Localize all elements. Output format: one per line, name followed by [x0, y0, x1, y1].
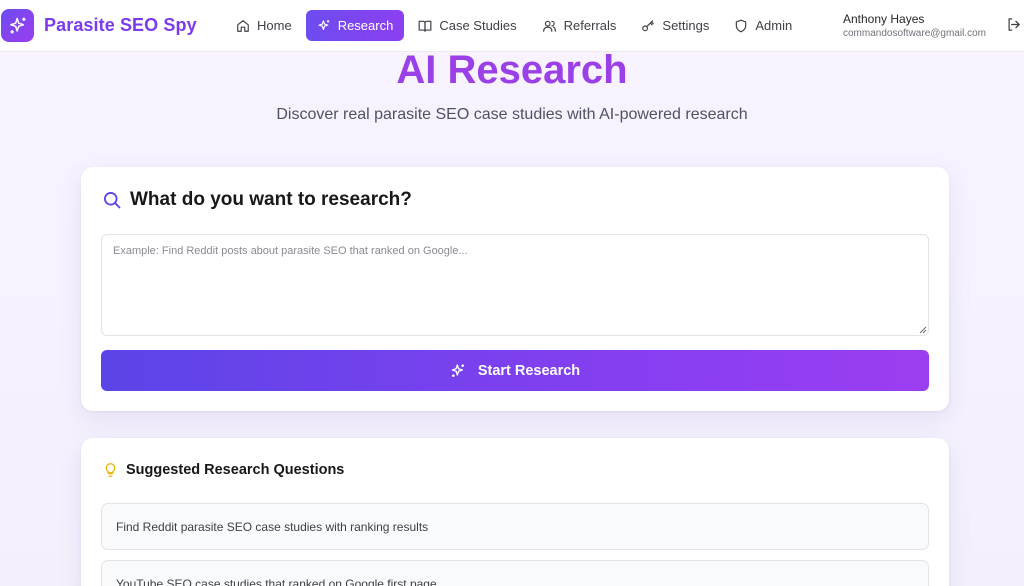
book-open-icon — [418, 20, 432, 32]
page-subtitle: Discover real parasite SEO case studies … — [276, 106, 748, 123]
suggestion-text: Find Reddit parasite SEO case studies wi… — [116, 519, 429, 534]
logout-icon — [1008, 18, 1020, 31]
research-heading-text: What do you want to research? — [130, 189, 412, 210]
nav-item-home[interactable]: Home — [225, 10, 303, 41]
sparkles-icon — [451, 363, 464, 377]
user-info: Anthony Hayes commandosoftware@gmail.com — [843, 12, 986, 39]
nav-item-research[interactable]: Research — [305, 10, 405, 41]
nav-item-referrals[interactable]: Referrals — [531, 10, 628, 41]
suggestions-heading: Suggested Research Questions — [103, 462, 344, 478]
user-email: commandosoftware@gmail.com — [843, 28, 986, 39]
research-card: What do you want to research? Start Rese… — [81, 167, 949, 411]
key-icon — [642, 19, 655, 31]
suggestions-heading-text: Suggested Research Questions — [126, 462, 345, 478]
start-research-label: Start Research — [477, 362, 581, 379]
start-research-button[interactable]: Start Research — [101, 350, 929, 391]
users-icon — [542, 20, 556, 32]
shield-icon — [736, 19, 747, 32]
suggestion-item[interactable]: YouTube SEO case studies that ranked on … — [101, 560, 929, 586]
nav-item-settings[interactable]: Settings — [630, 10, 720, 41]
brand-name[interactable]: Parasite SEO Spy — [44, 15, 197, 36]
lightbulb-icon — [105, 463, 116, 477]
app-logo[interactable] — [1, 9, 34, 42]
nav-label: Case Studies — [439, 18, 517, 33]
user-name: Anthony Hayes — [843, 12, 925, 26]
nav-label: Referrals — [563, 18, 617, 33]
search-icon — [104, 192, 121, 209]
suggestion-text: YouTube SEO case studies that ranked on … — [116, 576, 437, 586]
nav-label: Research — [337, 18, 394, 33]
nav-item-admin[interactable]: Admin — [723, 10, 803, 41]
nav-label: Settings — [662, 18, 710, 33]
resize-handle-icon[interactable] — [919, 326, 927, 334]
sparkles-icon — [318, 19, 329, 30]
main-nav: Home Research Case Studies Referrals Set… — [225, 10, 806, 41]
research-query-input[interactable] — [101, 234, 929, 336]
suggestions-card: Suggested Research Questions Find Reddit… — [81, 438, 949, 586]
home-icon — [237, 19, 249, 32]
sparkles-icon — [9, 17, 25, 33]
nav-item-case-studies[interactable]: Case Studies — [407, 10, 527, 41]
nav-label: Admin — [755, 18, 793, 33]
research-heading: What do you want to research? — [102, 189, 412, 211]
nav-label: Home — [257, 18, 292, 33]
page-title: AI Research — [396, 48, 628, 92]
suggestion-item[interactable]: Find Reddit parasite SEO case studies wi… — [101, 503, 929, 550]
top-navbar: Parasite SEO Spy Home Research Case Stud… — [0, 0, 1024, 52]
logout-button[interactable] — [1006, 17, 1021, 37]
